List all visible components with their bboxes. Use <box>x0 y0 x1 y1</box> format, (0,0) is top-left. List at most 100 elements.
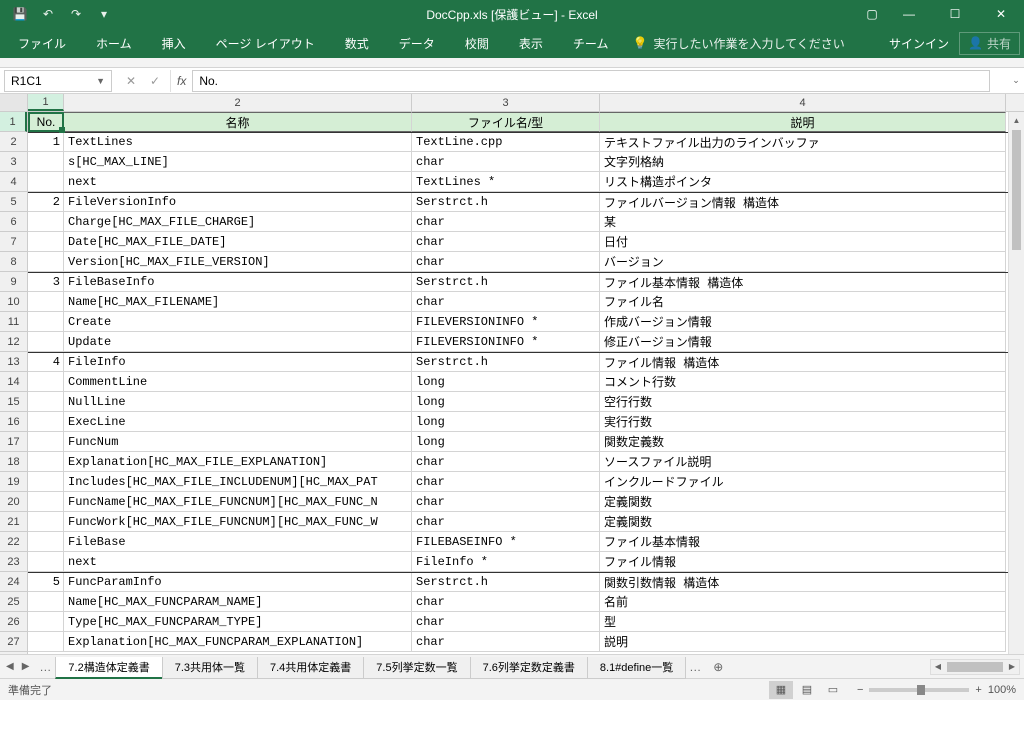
vertical-scrollbar[interactable]: ▲ <box>1008 112 1024 654</box>
tell-me-search[interactable]: 💡 実行したい作業を入力してください <box>632 35 844 52</box>
cell[interactable]: 1 <box>28 133 64 152</box>
cell[interactable]: FILEVERSIONINFO * <box>412 332 600 352</box>
horizontal-scrollbar[interactable]: ◀ ▶ <box>930 659 1020 675</box>
row-header-13[interactable]: 13 <box>0 352 27 372</box>
cell[interactable]: FILEVERSIONINFO * <box>412 312 600 332</box>
formula-input[interactable]: No. <box>192 70 990 92</box>
cell[interactable]: long <box>412 412 600 432</box>
cell[interactable]: Version[HC_MAX_FILE_VERSION] <box>64 252 412 272</box>
cell[interactable]: FileVersionInfo <box>64 193 412 212</box>
sheet-tab[interactable]: 7.6列挙定数定義書 <box>470 657 588 679</box>
cell[interactable] <box>28 532 64 552</box>
name-box[interactable]: R1C1 ▼ <box>4 70 112 92</box>
sheet-overflow-right[interactable]: … <box>685 660 705 674</box>
cell[interactable]: 3 <box>28 273 64 292</box>
cell[interactable] <box>28 632 64 652</box>
col-header-1[interactable]: 1 <box>28 94 64 111</box>
sheet-tab[interactable]: 7.3共用体一覧 <box>162 657 258 679</box>
scroll-left-icon[interactable]: ◀ <box>931 662 945 671</box>
cell[interactable]: Explanation[HC_MAX_FUNCPARAM_EXPLANATION… <box>64 632 412 652</box>
scroll-right-icon[interactable]: ▶ <box>1005 662 1019 671</box>
cell[interactable]: テキストファイル出力のラインバッファ <box>600 133 1006 152</box>
col-header-2[interactable]: 2 <box>64 94 412 111</box>
zoom-out-button[interactable]: − <box>857 684 863 696</box>
maximize-button[interactable]: ☐ <box>932 0 978 28</box>
signin-link[interactable]: サインイン <box>889 35 949 52</box>
col-header-4[interactable]: 4 <box>600 94 1006 111</box>
tab-formulas[interactable]: 数式 <box>331 29 383 57</box>
row-header-8[interactable]: 8 <box>0 252 27 272</box>
cell[interactable]: long <box>412 432 600 452</box>
ribbon-display-button[interactable]: ▢ <box>858 0 886 28</box>
cancel-icon[interactable]: ✕ <box>120 71 142 91</box>
row-header-22[interactable]: 22 <box>0 532 27 552</box>
cell[interactable] <box>28 392 64 412</box>
tab-team[interactable]: チーム <box>559 29 623 57</box>
cell[interactable]: 名前 <box>600 592 1006 612</box>
qat-customize[interactable]: ▾ <box>92 3 116 25</box>
zoom-in-button[interactable]: + <box>975 684 981 696</box>
cell[interactable]: char <box>412 612 600 632</box>
cell[interactable]: 4 <box>28 353 64 372</box>
redo-button[interactable]: ↷ <box>64 3 88 25</box>
row-header-19[interactable]: 19 <box>0 472 27 492</box>
row-header-9[interactable]: 9 <box>0 272 27 292</box>
header-cell[interactable]: 名称 <box>64 112 412 132</box>
cell[interactable]: Serstrct.h <box>412 273 600 292</box>
cell[interactable] <box>28 172 64 192</box>
cell[interactable]: next <box>64 172 412 192</box>
cell[interactable]: Serstrct.h <box>412 353 600 372</box>
view-normal-icon[interactable]: ▦ <box>769 681 793 699</box>
cell[interactable] <box>28 312 64 332</box>
cell[interactable]: 型 <box>600 612 1006 632</box>
cell[interactable]: char <box>412 232 600 252</box>
sheet-tab[interactable]: 7.4共用体定義書 <box>257 657 364 679</box>
cell[interactable]: char <box>412 292 600 312</box>
tab-insert[interactable]: 挿入 <box>148 29 200 57</box>
col-header-3[interactable]: 3 <box>412 94 600 111</box>
cell[interactable]: Serstrct.h <box>412 193 600 212</box>
close-button[interactable]: ✕ <box>978 0 1024 28</box>
cell[interactable]: コメント行数 <box>600 372 1006 392</box>
sheet-nav-next-icon[interactable]: ▶ <box>22 661 30 672</box>
cell[interactable]: 関数引数情報 構造体 <box>600 573 1006 592</box>
cell[interactable]: NullLine <box>64 392 412 412</box>
cell[interactable]: 文字列格納 <box>600 152 1006 172</box>
cell[interactable]: ファイル名 <box>600 292 1006 312</box>
tab-review[interactable]: 校閲 <box>451 29 503 57</box>
row-header-7[interactable]: 7 <box>0 232 27 252</box>
cell[interactable] <box>28 552 64 572</box>
cell[interactable]: FuncName[HC_MAX_FILE_FUNCNUM][HC_MAX_FUN… <box>64 492 412 512</box>
tab-page-layout[interactable]: ページ レイアウト <box>202 29 329 57</box>
sheet-overflow-left[interactable]: … <box>35 660 55 674</box>
cell[interactable]: Explanation[HC_MAX_FILE_EXPLANATION] <box>64 452 412 472</box>
cell[interactable] <box>28 372 64 392</box>
cell[interactable]: Includes[HC_MAX_FILE_INCLUDENUM][HC_MAX_… <box>64 472 412 492</box>
zoom-thumb[interactable] <box>917 685 925 695</box>
cell[interactable]: long <box>412 392 600 412</box>
cell[interactable]: 作成バージョン情報 <box>600 312 1006 332</box>
zoom-slider[interactable] <box>869 688 969 692</box>
row-header-17[interactable]: 17 <box>0 432 27 452</box>
minimize-button[interactable]: — <box>886 0 932 28</box>
cell[interactable]: 説明 <box>600 632 1006 652</box>
cell[interactable]: 関数定義数 <box>600 432 1006 452</box>
cell[interactable]: Type[HC_MAX_FUNCPARAM_TYPE] <box>64 612 412 632</box>
cell[interactable]: Name[HC_MAX_FILENAME] <box>64 292 412 312</box>
cell[interactable]: 2 <box>28 193 64 212</box>
cell[interactable]: 定義関数 <box>600 492 1006 512</box>
add-sheet-button[interactable]: ⊕ <box>705 660 731 674</box>
cell[interactable]: char <box>412 592 600 612</box>
cell[interactable] <box>28 292 64 312</box>
cell[interactable]: char <box>412 492 600 512</box>
view-pagebreak-icon[interactable]: ▭ <box>821 681 845 699</box>
cell[interactable]: ファイル基本情報 <box>600 532 1006 552</box>
hscroll-thumb[interactable] <box>947 662 1003 672</box>
scroll-thumb[interactable] <box>1012 130 1021 250</box>
cell[interactable]: 定義関数 <box>600 512 1006 532</box>
cell[interactable]: long <box>412 372 600 392</box>
cell[interactable]: char <box>412 152 600 172</box>
cell[interactable]: FuncNum <box>64 432 412 452</box>
cell[interactable] <box>28 612 64 632</box>
cell[interactable]: FileBase <box>64 532 412 552</box>
